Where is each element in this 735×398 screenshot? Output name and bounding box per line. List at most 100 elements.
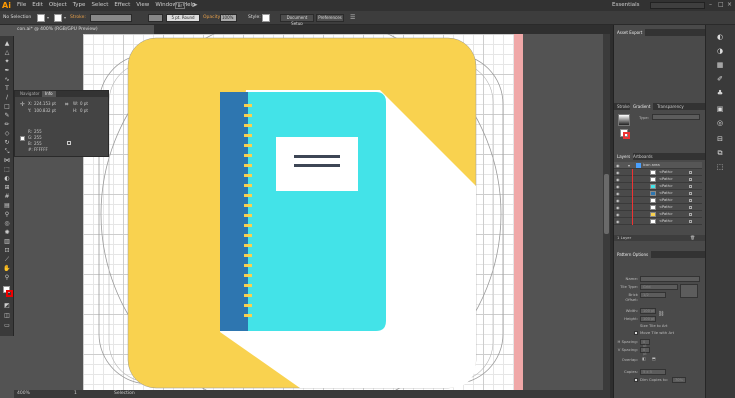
target-icon[interactable]	[689, 213, 692, 216]
slice-tool-icon[interactable]: ⟋	[2, 256, 12, 263]
free-transform-tool-icon[interactable]: ⬚	[2, 166, 12, 173]
hand-tool-icon[interactable]: ✋	[2, 265, 12, 272]
workspace-switcher[interactable]: Essentials	[612, 0, 640, 11]
layer-row[interactable]: ◉ <Path>	[614, 218, 702, 225]
magic-wand-tool-icon[interactable]: ✦	[2, 58, 12, 65]
target-icon[interactable]	[689, 220, 692, 223]
tile-type-select[interactable]: Grid	[640, 284, 678, 290]
move-tile-with-art[interactable]: Move Tile with Art	[640, 330, 674, 335]
target-icon[interactable]	[689, 171, 692, 174]
menu-select[interactable]: Select	[91, 0, 108, 11]
status-mode[interactable]: Selection	[114, 390, 135, 398]
gradient-stroke-icon[interactable]	[623, 132, 630, 139]
layer-name[interactable]: <Path>	[659, 211, 673, 218]
layer-name[interactable]: <Path>	[659, 204, 673, 211]
gradient-type-select[interactable]	[652, 114, 700, 120]
stroke-dropdown-icon[interactable]: ▾	[64, 15, 66, 20]
menu-object[interactable]: Object	[49, 0, 67, 11]
preferences-button[interactable]: Preferences	[316, 14, 344, 22]
height-field[interactable]: 100 pt	[640, 316, 656, 322]
menu-file[interactable]: File	[17, 0, 26, 11]
visibility-icon[interactable]: ◉	[616, 162, 620, 169]
lock-toggle[interactable]: ▾	[628, 162, 630, 169]
type-tool-icon[interactable]: T	[2, 85, 12, 92]
width-field[interactable]: 100 pt	[640, 308, 656, 314]
canvas[interactable]	[14, 34, 610, 390]
visibility-icon[interactable]: ◉	[616, 190, 620, 197]
layer-row[interactable]: ◉ <Path>	[614, 183, 702, 190]
visibility-icon[interactable]: ◉	[616, 211, 620, 218]
menu-effect[interactable]: Effect	[114, 0, 130, 11]
v-spacing-field[interactable]: 0 pt	[640, 347, 650, 356]
visibility-icon[interactable]: ◉	[616, 197, 620, 204]
brush-definition[interactable]: 5 pt. Round	[166, 14, 200, 22]
dim-copies-field[interactable]: 70%	[672, 377, 686, 383]
target-icon[interactable]	[689, 185, 692, 188]
tab-artboards[interactable]: Artboards	[630, 153, 656, 160]
gradient-preview[interactable]	[618, 114, 630, 126]
gradient-tool-icon[interactable]: ▤	[2, 202, 12, 209]
screen-mode-icon[interactable]: ▭	[2, 322, 12, 329]
paintbrush-tool-icon[interactable]: ✎	[2, 112, 12, 119]
stroke-label[interactable]: Stroke:	[70, 11, 86, 25]
tab-asset-export[interactable]: Asset Export	[614, 29, 646, 36]
move-tile-checkbox[interactable]	[634, 331, 638, 335]
tab-gradient[interactable]: Gradient	[630, 103, 654, 110]
menu-window[interactable]: Window	[155, 0, 177, 11]
dim-copies-label[interactable]: Dim Copies to:	[640, 377, 668, 382]
eyedropper-tool-icon[interactable]: ⚲	[2, 211, 12, 218]
pathfinder-icon[interactable]: ⧉	[715, 149, 725, 158]
pen-tool-icon[interactable]: ✒	[2, 67, 12, 74]
artboard-number[interactable]: 1	[74, 390, 77, 398]
color-mode-icon[interactable]: ◩	[2, 302, 12, 309]
arrange-icon[interactable]: ☰	[350, 14, 355, 21]
link-proportions-icon[interactable]: ⛓	[658, 311, 664, 317]
bridge-button[interactable]: Br	[175, 2, 185, 9]
layer-row[interactable]: ◉ <Path>	[614, 176, 702, 183]
layer-row[interactable]: ◉ <Path>	[614, 169, 702, 176]
overlap-left-icon[interactable]: ◧	[642, 356, 646, 361]
width-tool-icon[interactable]: ⋈	[2, 157, 12, 164]
shape-builder-tool-icon[interactable]: ◐	[2, 175, 12, 182]
layer-name[interactable]: <Path>	[659, 197, 673, 204]
perspective-grid-tool-icon[interactable]: ⊞	[2, 184, 12, 191]
overlap-top-icon[interactable]: ⬒	[652, 356, 656, 361]
send-icon[interactable]: ➤	[192, 1, 198, 9]
draw-mode-icon[interactable]: ◫	[2, 312, 12, 319]
notebook-cover[interactable]	[248, 92, 386, 331]
fill-dropdown-icon[interactable]: ▾	[47, 15, 49, 20]
transform-panel-icon[interactable]: ⬚	[715, 163, 725, 172]
copies-select[interactable]: 5 x 5	[640, 369, 666, 375]
line-tool-icon[interactable]: ∕	[2, 94, 12, 101]
layer-name[interactable]: <Path>	[659, 218, 673, 225]
pattern-name-field[interactable]	[640, 276, 700, 282]
direct-selection-tool-icon[interactable]: △	[2, 49, 12, 56]
layer-name[interactable]: <Path>	[659, 183, 673, 190]
layer-name[interactable]: <Path>	[659, 169, 673, 176]
tab-navigator[interactable]: Navigator	[20, 91, 40, 97]
artboard-tool-icon[interactable]: ⊡	[2, 247, 12, 254]
layer-name[interactable]: <Path>	[659, 176, 673, 183]
align-panel-icon[interactable]: ⊟	[715, 135, 725, 144]
pencil-tool-icon[interactable]: ✏	[2, 121, 12, 128]
visibility-icon[interactable]: ◉	[616, 183, 620, 190]
appearance-icon[interactable]: ◎	[715, 119, 725, 128]
size-tile-to-art[interactable]: Size Tile to Art	[640, 323, 668, 328]
tab-pattern-options[interactable]: Pattern Options	[614, 251, 652, 258]
opacity-field[interactable]: 100%	[220, 14, 237, 22]
layer-name[interactable]: <Path>	[659, 190, 673, 197]
eraser-tool-icon[interactable]: ◇	[2, 130, 12, 137]
rotate-tool-icon[interactable]: ↻	[2, 139, 12, 146]
selection-tool-icon[interactable]: ▲	[2, 40, 12, 47]
visibility-icon[interactable]: ◉	[616, 204, 620, 211]
symbol-sprayer-tool-icon[interactable]: ✺	[2, 229, 12, 236]
zoom-tool-icon[interactable]: ⚲	[2, 274, 12, 281]
brushes-panel-icon[interactable]: ✐	[715, 75, 725, 84]
document-setup-button[interactable]: Document Setup	[280, 14, 314, 26]
vertical-scrollbar[interactable]	[603, 34, 610, 390]
mesh-tool-icon[interactable]: #	[2, 193, 12, 200]
layer-row[interactable]: ◉ <Path>	[614, 190, 702, 197]
notebook-spine[interactable]	[220, 92, 248, 331]
zoom-level[interactable]: 400%	[17, 390, 30, 398]
target-icon[interactable]	[689, 199, 692, 202]
